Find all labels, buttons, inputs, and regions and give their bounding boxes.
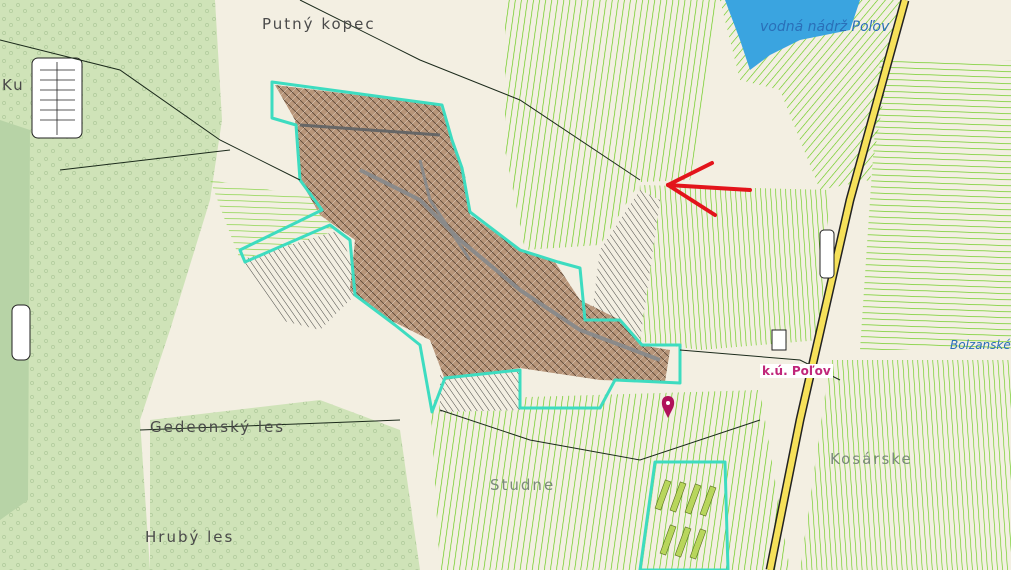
label-cadastre: k.ú. Poľov	[760, 364, 833, 378]
label-kosarske: Kosárske	[830, 450, 913, 468]
building-roadside	[771, 329, 787, 351]
cadastral-map[interactable]: Putný kopec Ku vodná nádrž Poľov Gedeons…	[0, 0, 1011, 570]
label-bolzanske: Bolzanské	[950, 338, 1011, 352]
field-east	[860, 60, 1011, 350]
field-south	[430, 390, 790, 570]
building-left	[11, 304, 31, 361]
building-east	[819, 229, 835, 279]
label-putny-kopec: Putný kopec	[262, 15, 376, 33]
label-kuzmice: Ku	[2, 76, 25, 94]
field-center-east	[630, 185, 830, 350]
label-gedeonsky-les: Gedeonský les	[150, 418, 286, 436]
label-hruby-les: Hrubý les	[145, 528, 235, 546]
label-reservoir: vodná nádrž Poľov	[760, 19, 890, 35]
label-studne: Studne	[490, 476, 556, 494]
